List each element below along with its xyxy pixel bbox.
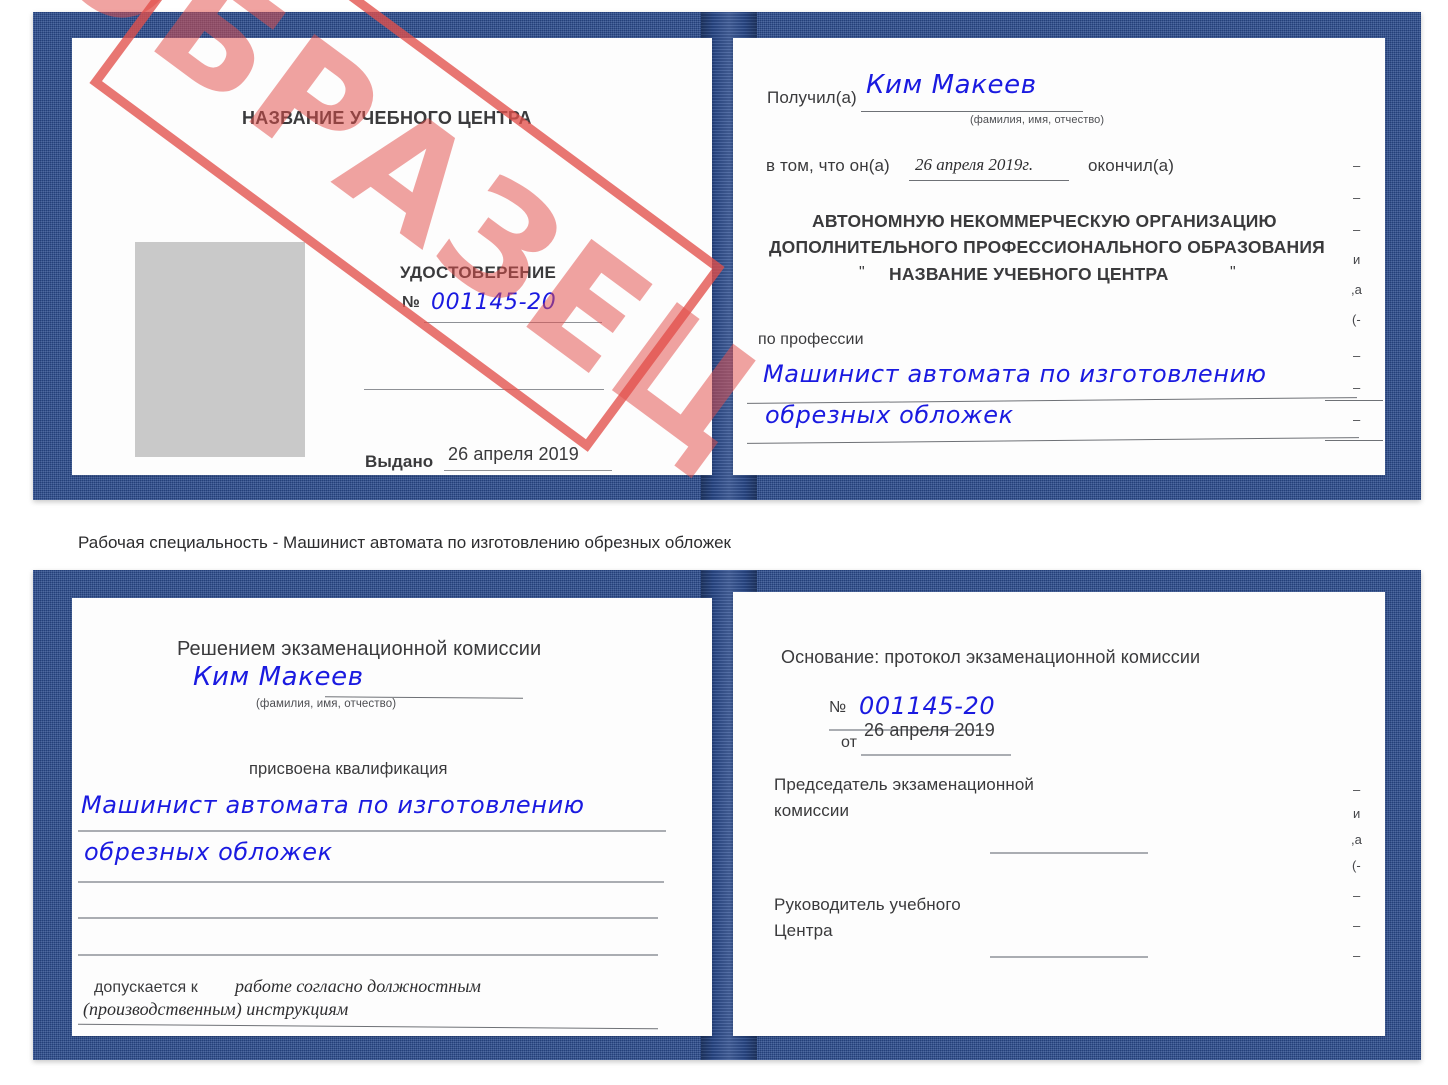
name-hint: (фамилия, имя, отчество): [970, 114, 1105, 126]
decision-title: Решением экзаменационной комиссии: [177, 638, 542, 660]
received-label: Получил(а): [767, 88, 857, 107]
bleed-mark: (-: [1352, 858, 1361, 873]
basis-label: Основание: протокол экзаменационной коми…: [781, 647, 1201, 667]
bottom-name-hint: (фамилия, имя, отчество): [256, 698, 397, 710]
blank-rule-a: [78, 917, 658, 919]
completion-date-rule: [909, 180, 1069, 181]
org-quote-close: ": [1230, 264, 1236, 281]
admitted-rule: [78, 1023, 658, 1030]
org-line-1: АВТОНОМНУЮ НЕКОММЕРЧЕСКУЮ ОРГАНИЗАЦИЮ: [812, 211, 1277, 231]
bleed-mark: –: [1353, 888, 1361, 903]
chairman-line-2: комиссии: [774, 801, 850, 820]
blank-rule-b: [78, 954, 658, 956]
number-value: 001145-20: [431, 290, 557, 315]
facing-rule-1: [1325, 400, 1383, 401]
photo-placeholder: [135, 242, 305, 457]
issued-rule: [444, 470, 612, 471]
doc-title: УДОСТОВЕРЕНИЕ: [400, 263, 557, 282]
received-value: Ким Макеев: [866, 70, 1037, 100]
bleed-mark: –: [1353, 348, 1361, 363]
org-quote-open: ": [859, 264, 865, 281]
head-signature-rule: [990, 956, 1148, 958]
bottom-left-page: Решением экзаменационной комиссии Ким Ма…: [72, 598, 712, 1036]
that-he-label: в том, что он(а): [766, 156, 890, 175]
bleed-mark: и: [1353, 806, 1361, 821]
qualification-line-1: Машинист автомата по изготовлению: [81, 791, 585, 819]
protocol-date-rule: [861, 754, 1011, 756]
protocol-date-label: от: [841, 734, 858, 751]
number-label: №: [402, 294, 420, 311]
admitted-value-line-2: (производственным) инструкциям: [83, 999, 349, 1019]
bleed-mark: –: [1353, 948, 1361, 963]
bottom-name-value: Ким Макеев: [193, 662, 364, 692]
qualification-rule-1: [78, 830, 666, 832]
bottom-right-page: Основание: протокол экзаменационной коми…: [733, 592, 1385, 1036]
bleed-mark: ,а: [1351, 282, 1362, 297]
completion-date: 26 апреля 2019г.: [915, 155, 1034, 174]
chairman-signature-rule: [990, 852, 1148, 854]
profession-line-2: обрезных обложек: [765, 401, 1014, 429]
org-line-2: ДОПОЛНИТЕЛЬНОГО ПРОФЕССИОНАЛЬНОГО ОБРАЗО…: [769, 237, 1325, 257]
profession-label: по профессии: [758, 331, 864, 348]
bleed-mark: –: [1353, 412, 1361, 427]
org-line-3: НАЗВАНИЕ УЧЕБНОГО ЦЕНТРА: [889, 264, 1169, 284]
certificate-bottom: Решением экзаменационной комиссии Ким Ма…: [33, 570, 1421, 1060]
page-caption: Рабочая специальность - Машинист автомат…: [78, 533, 731, 552]
qualification-line-2: обрезных обложек: [84, 838, 333, 866]
protocol-number-value: 001145-20: [859, 692, 996, 720]
certificate-top: НАЗВАНИЕ УЧЕБНОГО ЦЕНТРА УДОСТОВЕРЕНИЕ №…: [33, 12, 1421, 500]
bleed-mark: –: [1353, 782, 1361, 797]
bleed-mark: –: [1353, 918, 1361, 933]
admitted-label: допускается к: [94, 979, 198, 996]
head-line-1: Руководитель учебного: [774, 895, 961, 914]
bleed-mark: –: [1353, 158, 1361, 173]
top-left-page: НАЗВАНИЕ УЧЕБНОГО ЦЕНТРА УДОСТОВЕРЕНИЕ №…: [72, 38, 712, 475]
chairman-line-1: Председатель экзаменационной: [774, 775, 1034, 794]
received-rule: [861, 111, 1083, 112]
issued-label: Выдано: [365, 452, 434, 471]
head-line-2: Центра: [774, 921, 833, 940]
org-title-left: НАЗВАНИЕ УЧЕБНОГО ЦЕНТРА: [242, 108, 532, 128]
bleed-mark: и: [1353, 252, 1361, 267]
profession-line-1: Машинист автомата по изготовлению: [763, 360, 1267, 388]
admitted-value-line-1: работе согласно должностным: [235, 976, 481, 996]
protocol-date-value: 26 апреля 2019: [864, 720, 995, 740]
bleed-mark: –: [1353, 222, 1361, 237]
bleed-mark: –: [1353, 190, 1361, 205]
bleed-mark: (-: [1352, 312, 1361, 327]
bleed-mark: ,а: [1351, 832, 1362, 847]
profession-rule-2: [747, 437, 1359, 444]
top-right-page: Получил(а) Ким Макеев (фамилия, имя, отч…: [733, 38, 1385, 475]
qualification-label: присвоена квалификация: [249, 760, 448, 778]
qualification-rule-2: [78, 881, 664, 883]
bleed-mark: –: [1353, 380, 1361, 395]
facing-rule-2: [1325, 440, 1383, 441]
blank-rule-1: [364, 389, 604, 390]
graduated-label: окончил(а): [1088, 156, 1174, 175]
number-rule: [424, 322, 602, 323]
issued-value: 26 апреля 2019: [448, 444, 579, 464]
protocol-number-label: №: [829, 699, 847, 716]
